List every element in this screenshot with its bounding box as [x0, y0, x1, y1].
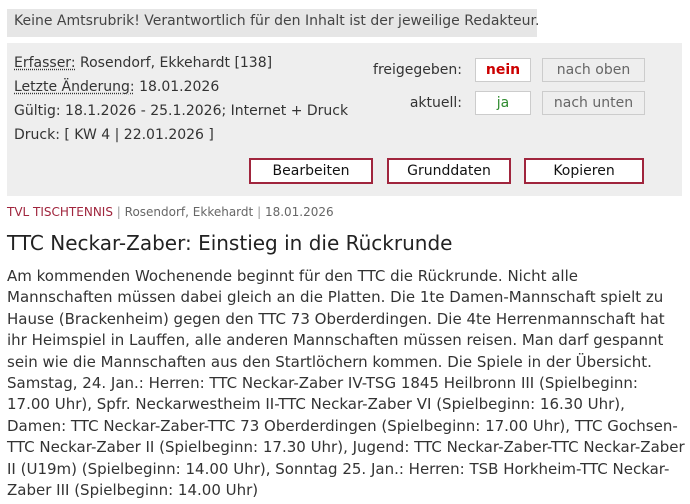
last-change-label: Letzte Änderung: [14, 79, 135, 95]
released-status[interactable]: nein [475, 58, 531, 82]
author-label: Erfasser: [14, 55, 76, 71]
article-byline: TVL TISCHTENNIS | Rosendorf, Ekkehardt |… [7, 205, 334, 219]
move-down-button[interactable]: nach unten [542, 91, 645, 115]
basedata-button[interactable]: Grunddaten [387, 158, 511, 184]
article-category[interactable]: TVL TISCHTENNIS [7, 205, 113, 219]
current-label: aktuell: [409, 95, 462, 111]
copy-button[interactable]: Kopieren [524, 158, 644, 184]
article-date: 18.01.2026 [264, 205, 334, 219]
released-label: freigegeben: [373, 62, 462, 78]
last-change-line: Letzte Änderung: 18.01.2026 [14, 79, 219, 95]
last-change-value: 18.01.2026 [134, 79, 220, 95]
responsibility-notice: Keine Amtsrubrik! Verantwortlich für den… [7, 9, 539, 37]
edit-button[interactable]: Bearbeiten [249, 158, 373, 184]
article-body: Am kommenden Wochenende beginnt für den … [7, 267, 685, 500]
move-up-button[interactable]: nach oben [542, 58, 645, 82]
author-line: Erfasser: Rosendorf, Ekkehardt [138] [14, 55, 272, 71]
current-status[interactable]: ja [475, 91, 531, 115]
print-line: Druck: [ KW 4 | 22.01.2026 ] [14, 127, 214, 143]
byline-separator: | [116, 205, 121, 219]
article-author: Rosendorf, Ekkehardt [124, 205, 254, 219]
article-admin-panel: Erfasser: Rosendorf, Ekkehardt [138] Let… [7, 43, 682, 196]
byline-separator: | [257, 205, 262, 219]
article-title: TTC Neckar-Zaber: Einstieg in die Rückru… [7, 231, 453, 255]
author-value: Rosendorf, Ekkehardt [138] [75, 55, 273, 71]
validity-line: Gültig: 18.1.2026 - 25.1.2026; Internet … [14, 103, 349, 119]
